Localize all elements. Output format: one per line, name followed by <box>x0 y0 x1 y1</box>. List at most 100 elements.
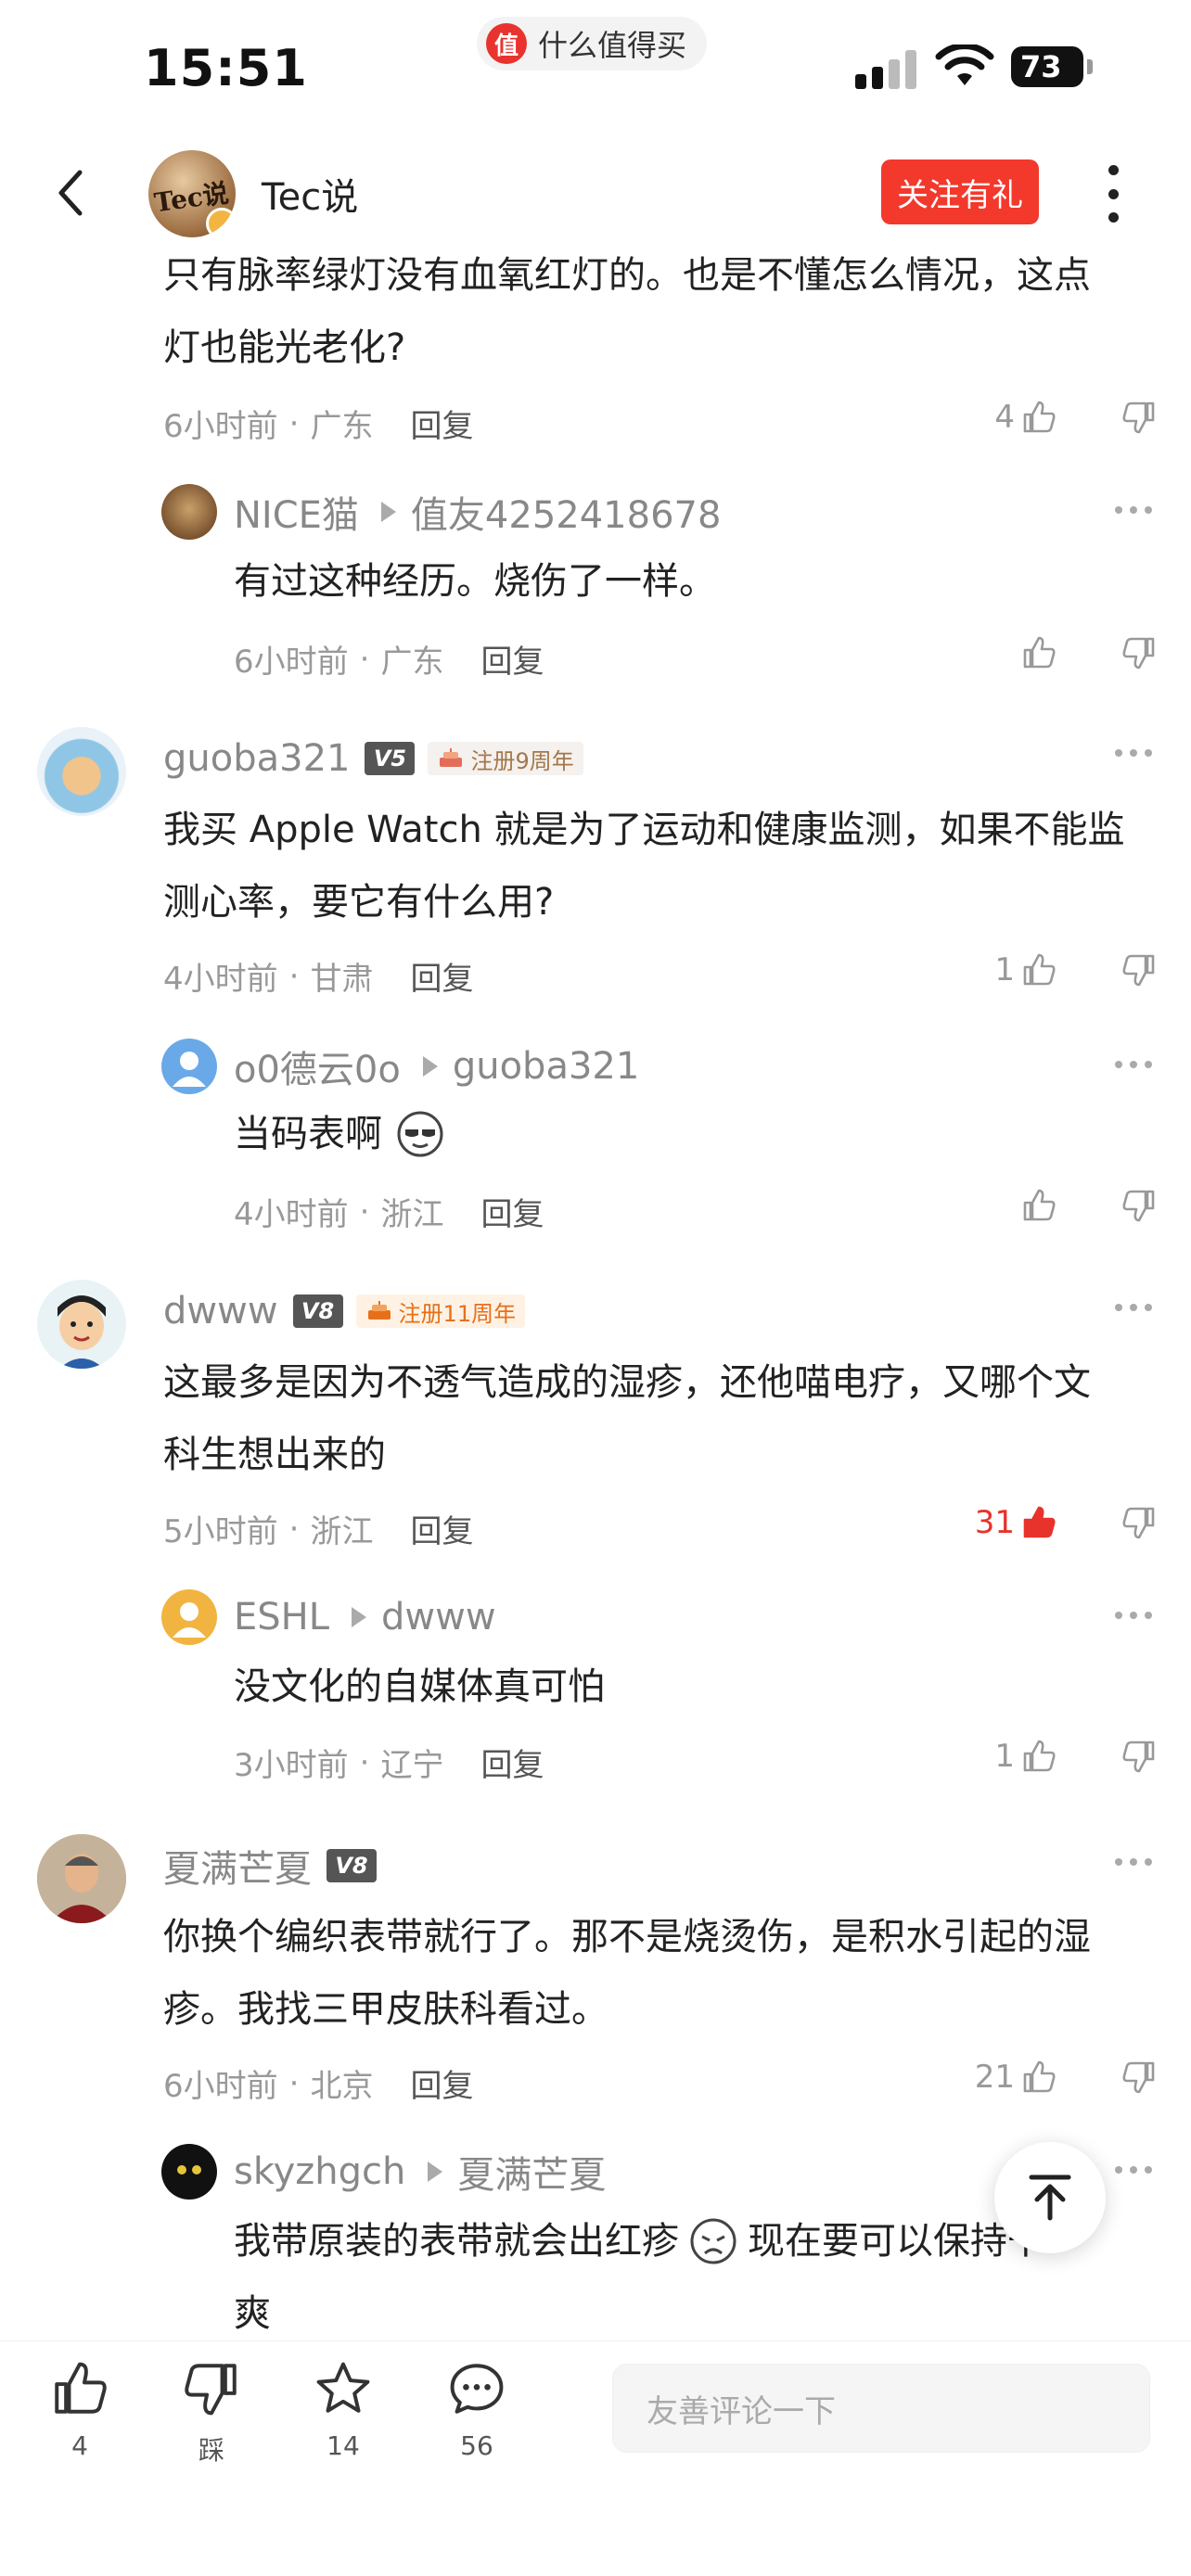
cool-sunglasses-emoji-icon <box>397 1111 443 1157</box>
back-arrow-icon[interactable] <box>48 165 95 221</box>
meta-separator: · <box>288 1510 300 1548</box>
like-button[interactable]: 31 <box>946 1504 1057 1541</box>
like-button[interactable]: 21 <box>955 2059 1057 2096</box>
wifi-icon <box>935 45 994 85</box>
like-button[interactable]: 1 <box>965 951 1057 988</box>
author-name[interactable]: Tec说 <box>262 167 358 221</box>
like-article-button[interactable]: 4 <box>33 2358 126 2461</box>
user-avatar[interactable] <box>37 1834 126 1923</box>
author-avatar[interactable]: Tec说 <box>148 150 236 237</box>
comment-text-part: 我带原装的表带就会出红疹 <box>234 2220 679 2263</box>
reply-to-name[interactable]: guoba321 <box>453 1045 639 1088</box>
default-avatar-icon[interactable] <box>161 1039 217 1094</box>
comment-text-line: 灯也能光老化? <box>163 326 406 369</box>
more-options-icon[interactable] <box>1115 2166 1152 2177</box>
like-count: 1 <box>994 1738 1015 1775</box>
comment-text-line: 你换个编织表带就行了。那不是烧烫伤，是积水引起的湿 <box>163 1916 1091 1958</box>
comment-text-line: 测心率，要它有什么用? <box>163 881 555 924</box>
like-button[interactable]: 1 <box>965 1738 1057 1775</box>
reply-to-name[interactable]: 值友4252418678 <box>411 485 722 539</box>
user-name[interactable]: o0德云0o <box>234 1039 401 1093</box>
meta-separator: · <box>288 957 300 995</box>
user-name[interactable]: dwww <box>163 1290 278 1333</box>
thumbs-up-icon <box>55 2362 107 2414</box>
comment-text-line: 我带原装的表带就会出红疹 现在要可以保持干 <box>234 2205 1044 2277</box>
more-options-icon[interactable] <box>1115 1061 1152 1072</box>
status-time: 15:51 <box>144 39 308 97</box>
reply-button[interactable]: 回复 <box>480 636 544 682</box>
back-to-top-button[interactable] <box>994 2142 1106 2253</box>
comment-meta: 5小时前 · 浙江 回复 <box>163 1506 473 1551</box>
reply-header: skyzhgch 夏满芒夏 <box>234 2144 606 2200</box>
user-name[interactable]: NICE猫 <box>234 485 359 539</box>
like-button[interactable] <box>965 634 1057 671</box>
return-to-app-pill[interactable]: 值 什么值得买 <box>477 17 708 70</box>
bottom-action-bar: 4 踩 14 56 友善评论一下 <box>0 2340 1191 2576</box>
reply-button[interactable]: 回复 <box>480 1740 544 1785</box>
comment-bubble-icon <box>450 2364 504 2414</box>
user-name[interactable]: 夏满芒夏 <box>163 1839 312 1893</box>
follow-button[interactable]: 关注有礼 <box>881 159 1039 224</box>
thumbs-up-icon <box>1020 1187 1057 1224</box>
reply-to-name[interactable]: 夏满芒夏 <box>457 2145 606 2199</box>
arrow-up-icon <box>1029 2174 1071 2221</box>
user-avatar[interactable] <box>37 1280 126 1369</box>
star-icon <box>316 2362 370 2413</box>
thumbs-down-icon[interactable] <box>1121 1187 1158 1224</box>
reply-to-name[interactable]: dwww <box>381 1596 496 1639</box>
comments-button[interactable]: 56 <box>430 2358 523 2461</box>
user-avatar[interactable] <box>37 727 126 816</box>
reply-button[interactable]: 回复 <box>410 1506 473 1551</box>
comment-meta: 3小时前 · 辽宁 回复 <box>234 1740 544 1785</box>
thumbs-down-icon[interactable] <box>1121 1738 1158 1775</box>
thumbs-up-icon <box>1020 1738 1057 1775</box>
like-count: 4 <box>994 399 1015 436</box>
more-options-icon[interactable] <box>1115 1858 1152 1869</box>
badge-label: 注册9周年 <box>470 747 574 774</box>
reply-header: NICE猫 值友4252418678 <box>234 484 721 540</box>
thumbs-down-icon[interactable] <box>1121 951 1158 988</box>
reply-button[interactable]: 回复 <box>410 953 473 999</box>
comment-time: 6小时前 <box>163 2068 278 2105</box>
status-bar: 15:51 值 什么值得买 73 <box>0 0 1191 130</box>
comment-region: 甘肃 <box>310 961 374 998</box>
reply-button[interactable]: 回复 <box>410 401 473 446</box>
app-name: 什么值得买 <box>538 28 687 63</box>
comment-text-line: 爽 <box>234 2292 271 2335</box>
comment-time: 6小时前 <box>163 408 278 445</box>
user-name[interactable]: ESHL <box>234 1596 329 1639</box>
thumbs-down-icon[interactable] <box>1121 2059 1158 2096</box>
thumbs-up-icon <box>1020 399 1057 436</box>
more-options-icon[interactable] <box>1115 1304 1152 1315</box>
more-options-icon[interactable] <box>1115 506 1152 517</box>
thumbs-down-icon[interactable] <box>1121 634 1158 671</box>
user-avatar[interactable] <box>161 484 217 540</box>
comment-region: 浙江 <box>380 1196 444 1233</box>
reply-button[interactable]: 回复 <box>480 1189 544 1234</box>
user-name[interactable]: guoba321 <box>163 737 350 780</box>
comment-time: 4小时前 <box>234 1196 349 1233</box>
user-avatar[interactable] <box>161 2144 217 2200</box>
thumbs-down-icon[interactable] <box>1121 399 1158 436</box>
dislike-article-button[interactable]: 踩 <box>165 2358 258 2468</box>
more-options-icon[interactable] <box>1115 749 1152 760</box>
like-button[interactable] <box>965 1187 1057 1224</box>
user-name[interactable]: skyzhgch <box>234 2150 405 2193</box>
more-options-icon[interactable] <box>1115 1612 1152 1623</box>
comment-region: 广东 <box>310 408 374 445</box>
thumbs-down-icon[interactable] <box>1121 1504 1158 1541</box>
thumbs-up-icon <box>1020 634 1057 671</box>
comment-time: 3小时前 <box>234 1747 349 1784</box>
thumbs-up-icon <box>1020 2059 1057 2096</box>
more-menu-icon[interactable] <box>1104 165 1122 223</box>
like-button[interactable]: 4 <box>965 399 1057 436</box>
article-header: Tec说 Tec说 关注有礼 <box>0 139 1191 250</box>
comment-input[interactable]: 友善评论一下 <box>612 2364 1150 2453</box>
comment-meta: 6小时前 · 广东 回复 <box>234 636 544 682</box>
reply-button[interactable]: 回复 <box>410 2060 473 2106</box>
default-avatar-icon[interactable] <box>161 1589 217 1645</box>
comment-text-line: 疹。我找三甲皮肤科看过。 <box>163 1988 608 2031</box>
favorite-count: 14 <box>327 2430 360 2461</box>
favorite-button[interactable]: 14 <box>297 2358 390 2461</box>
level-badge: V5 <box>365 742 416 775</box>
